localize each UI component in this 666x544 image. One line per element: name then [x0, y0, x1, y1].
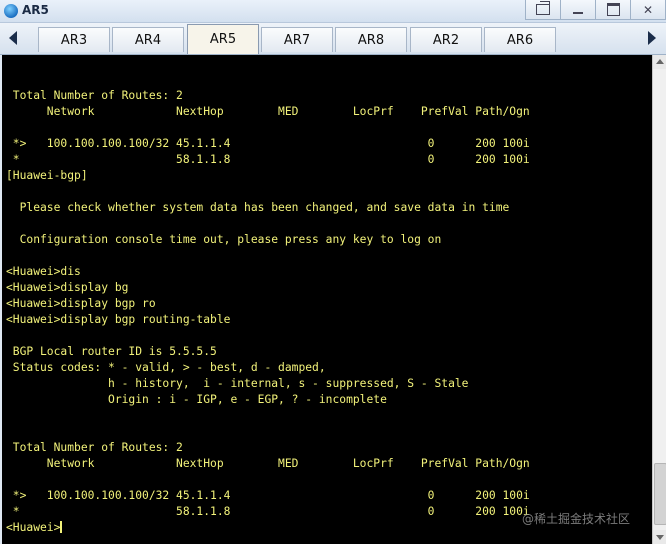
tab-ar7[interactable]: AR7 [261, 27, 333, 52]
tab-ar5[interactable]: AR5 [187, 24, 259, 54]
window-title: AR5 [22, 3, 49, 17]
terminal-line: [Huawei-bgp] [6, 169, 88, 182]
maximize-button[interactable] [595, 0, 631, 20]
minimize-button[interactable] [560, 0, 596, 20]
terminal-line: Total Number of Routes: 2 [6, 441, 183, 454]
terminal-line: <Huawei>dis [6, 265, 81, 278]
close-button[interactable]: ✕ [630, 0, 666, 20]
restore-button[interactable] [525, 0, 561, 20]
terminal-line: <Huawei>display bg [6, 281, 129, 294]
terminal-line: BGP Local router ID is 5.5.5.5 [6, 345, 217, 358]
terminal-console[interactable]: Total Number of Routes: 2 Network NextHo… [2, 55, 652, 544]
tab-scroll-left-icon[interactable] [9, 31, 17, 45]
terminal-line: Origin : i - IGP, e - EGP, ? - incomplet… [6, 393, 387, 406]
tab-ar8[interactable]: AR8 [335, 27, 407, 52]
vertical-scrollbar[interactable] [652, 55, 666, 544]
terminal-line: *> 100.100.100.100/32 45.1.1.4 0 200 100… [6, 489, 530, 502]
scroll-up-icon[interactable] [653, 55, 666, 69]
terminal-line: <Huawei>display bgp ro [6, 297, 156, 310]
terminal-line: * 58.1.1.8 0 200 100i [6, 153, 530, 166]
minimize-icon [573, 11, 583, 14]
tab-ar3[interactable]: AR3 [38, 27, 110, 52]
tab-ar4[interactable]: AR4 [112, 27, 184, 52]
terminal-line: <Huawei> [6, 521, 63, 534]
terminal-line: Total Number of Routes: 2 [6, 89, 183, 102]
restore-icon [536, 1, 550, 15]
watermark: @稀土掘金技术社区 [522, 512, 631, 526]
terminal-line: Network NextHop MED LocPrf PrefVal Path/… [6, 457, 530, 470]
tab-ar6[interactable]: AR6 [484, 27, 556, 52]
maximize-icon [606, 3, 620, 16]
terminal-line: Status codes: * - valid, > - best, d - d… [6, 361, 326, 374]
terminal-line: * 58.1.1.8 0 200 100i [6, 505, 530, 518]
terminal-line: Please check whether system data has bee… [6, 201, 510, 214]
tab-scroll-right-icon[interactable] [648, 31, 656, 45]
terminal-line: Network NextHop MED LocPrf PrefVal Path/… [6, 105, 530, 118]
terminal-line: <Huawei>display bgp routing-table [6, 313, 231, 326]
app-logo-icon [4, 4, 18, 18]
tab-strip: AR3 AR4 AR5 AR7 AR8 AR2 AR6 [0, 23, 666, 55]
terminal-line: h - history, i - internal, s - suppresse… [6, 377, 469, 390]
text-cursor [60, 521, 63, 533]
scroll-down-icon[interactable] [653, 530, 666, 544]
terminal-line: Configuration console time out, please p… [6, 233, 442, 246]
title-bar: AR5 ✕ [0, 0, 666, 23]
scroll-thumb[interactable] [654, 463, 666, 525]
close-icon: ✕ [642, 2, 654, 17]
tab-ar2[interactable]: AR2 [410, 27, 482, 52]
terminal-line: *> 100.100.100.100/32 45.1.1.4 0 200 100… [6, 137, 530, 150]
